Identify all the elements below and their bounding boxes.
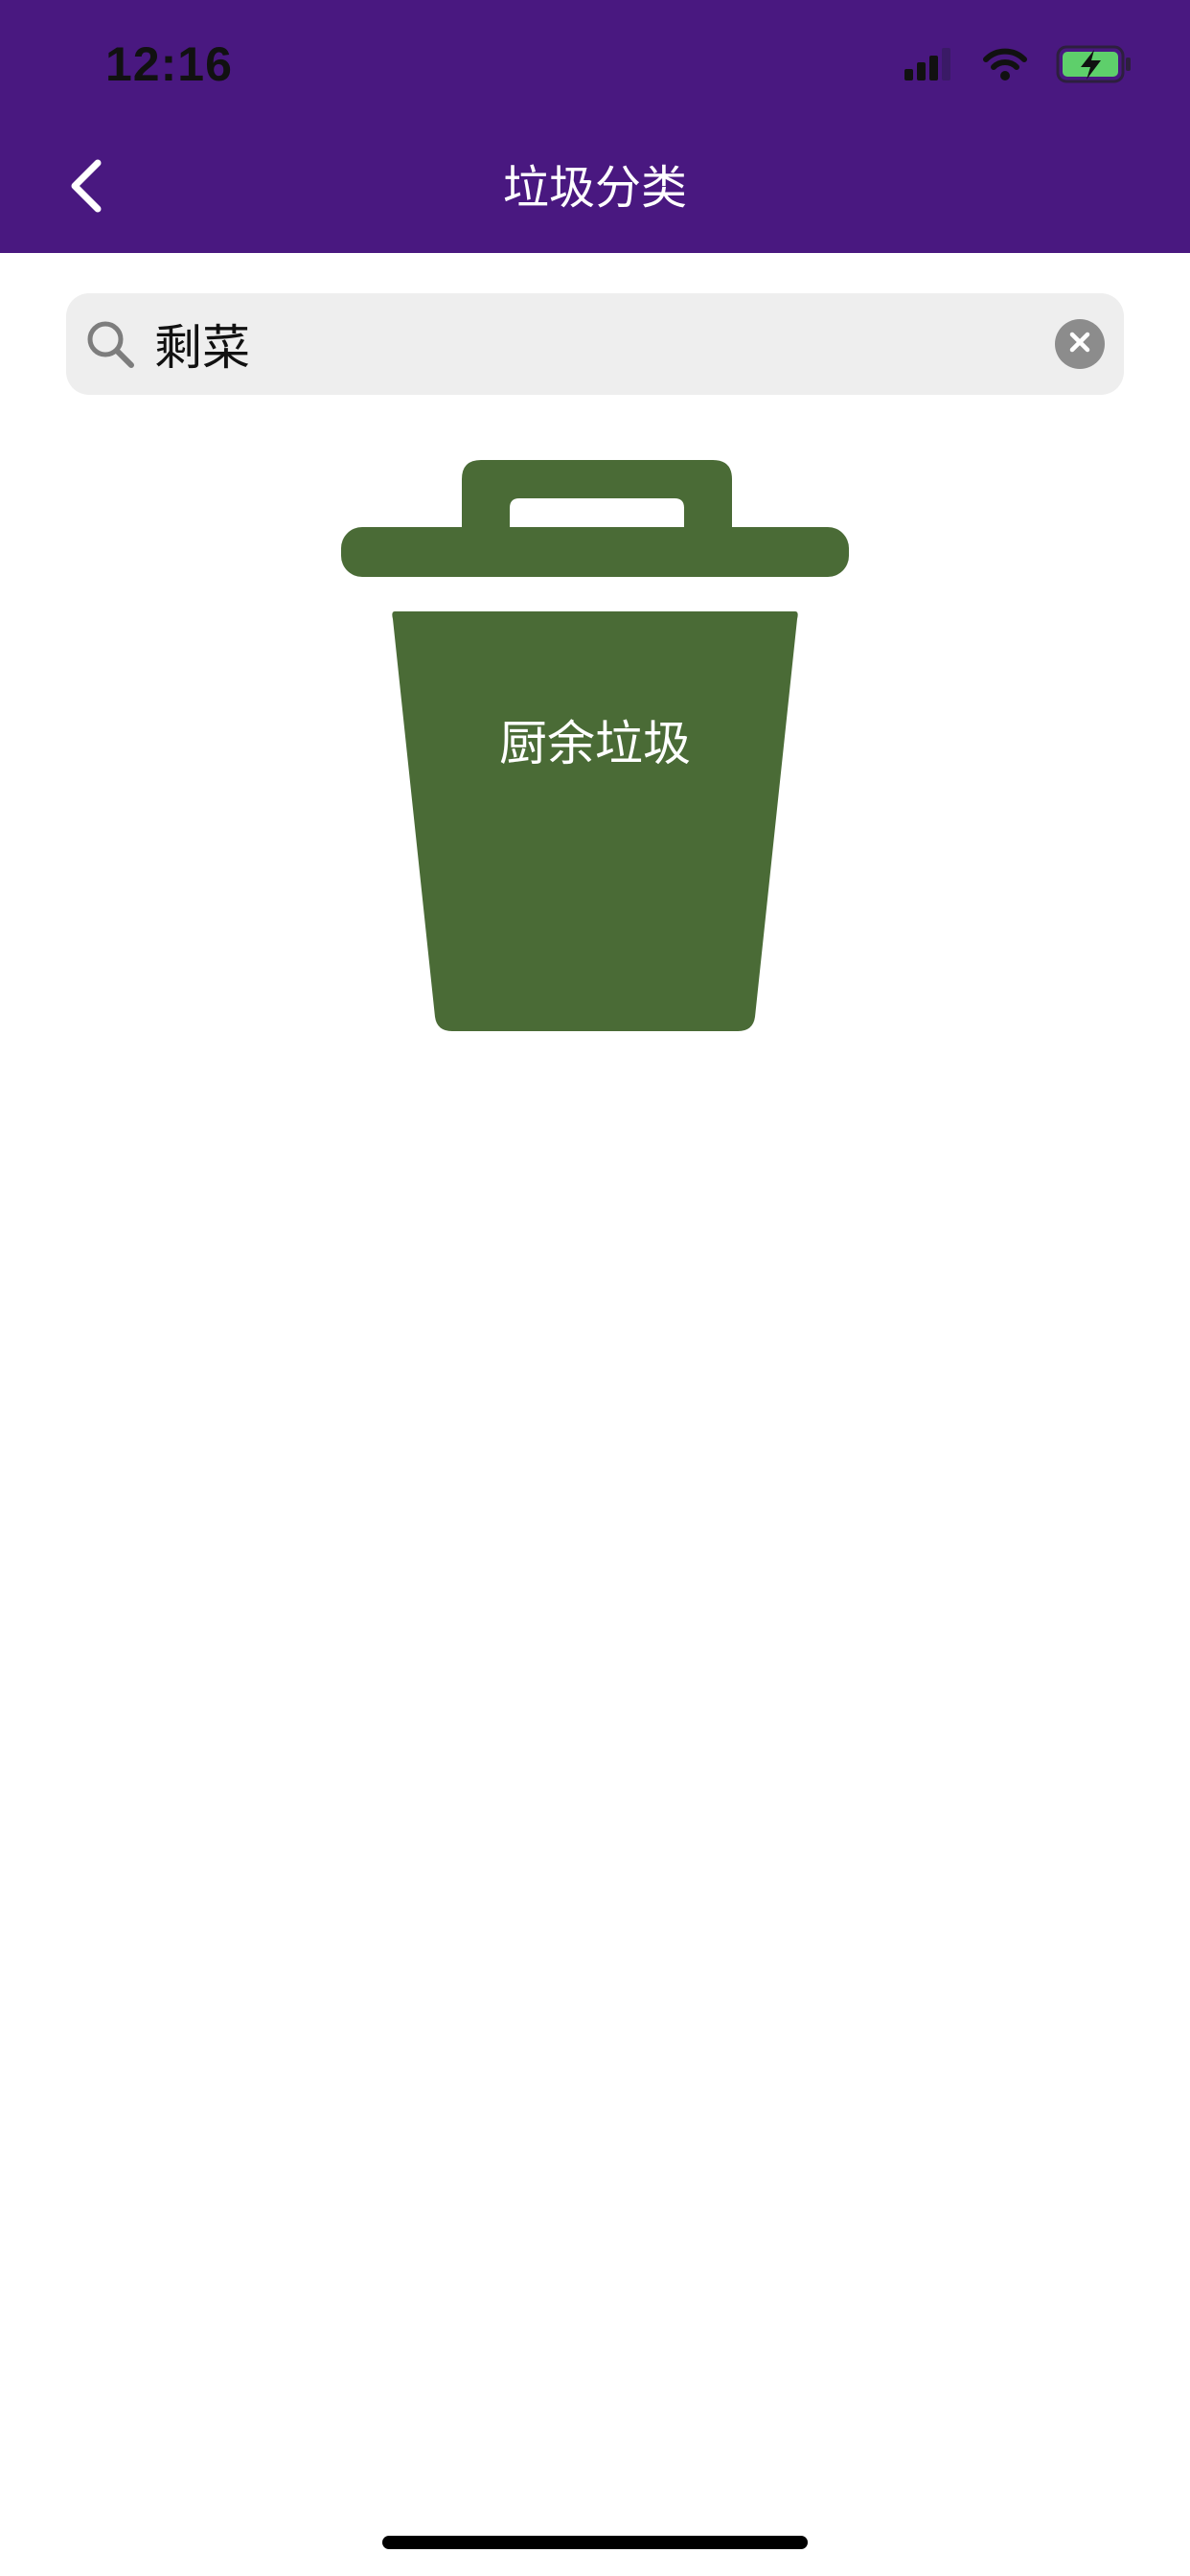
status-icons — [904, 45, 1133, 87]
clear-search-button[interactable] — [1055, 319, 1105, 369]
search-input[interactable] — [154, 306, 997, 382]
search-bar — [66, 293, 1124, 395]
result-card: 厨余垃圾 — [341, 458, 849, 1033]
category-label: 厨余垃圾 — [499, 716, 691, 771]
status-time: 12:16 — [105, 37, 233, 91]
page-title: 垃圾分类 — [502, 161, 687, 215]
home-indicator — [382, 2536, 808, 2549]
cellular-signal-icon — [904, 48, 954, 84]
search-icon — [85, 319, 135, 369]
app-header: 12:16 垃圾分类 — [0, 0, 1190, 253]
clear-icon — [1068, 331, 1091, 357]
wifi-icon — [983, 48, 1027, 84]
battery-charging-icon — [1056, 45, 1133, 87]
